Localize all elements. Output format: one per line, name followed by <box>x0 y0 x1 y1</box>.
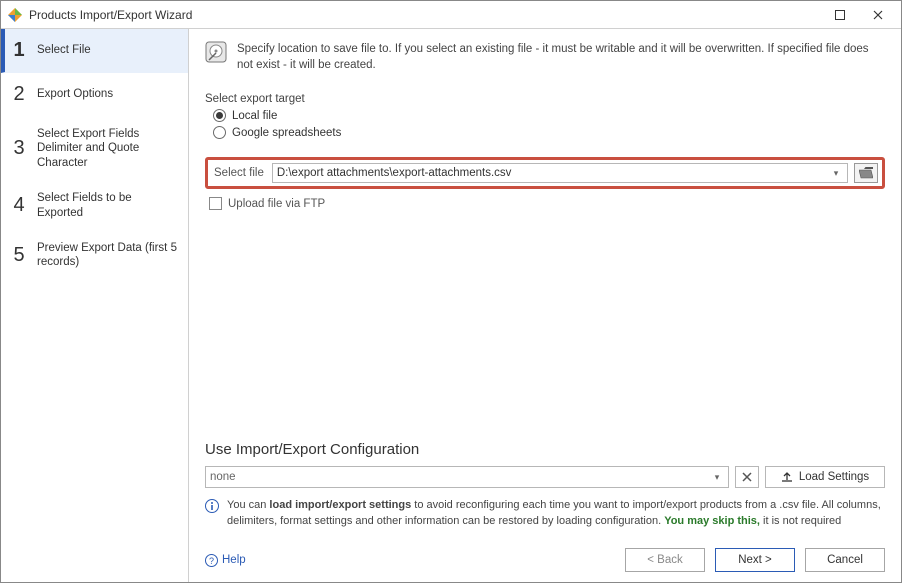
help-label: Help <box>222 554 246 566</box>
info-icon <box>205 499 219 513</box>
step-label: Export Options <box>37 87 113 101</box>
config-selected: none <box>210 471 710 483</box>
help-link[interactable]: ? Help <box>205 554 246 567</box>
window-title: Products Import/Export Wizard <box>29 8 821 22</box>
file-select-label: Select file <box>212 167 266 179</box>
next-button[interactable]: Next > <box>715 548 795 572</box>
step-label: Select File <box>37 43 91 57</box>
step-select-fields[interactable]: 4 Select Fields to be Exported <box>1 181 188 231</box>
radio-icon <box>213 109 226 122</box>
body: 1 Select File 2 Export Options 3 Select … <box>1 29 901 582</box>
footer: ? Help < Back Next > Cancel <box>205 548 885 572</box>
radio-label: Google spreadsheets <box>232 127 341 139</box>
config-info: You can load import/export settings to a… <box>205 498 885 530</box>
checkbox-icon <box>209 197 222 210</box>
step-number: 2 <box>11 83 27 106</box>
main-panel: Specify location to save file to. If you… <box>189 29 901 582</box>
step-select-file[interactable]: 1 Select File <box>1 29 188 73</box>
radio-google-spreadsheets[interactable]: Google spreadsheets <box>213 126 885 139</box>
back-button[interactable]: < Back <box>625 548 705 572</box>
step-number: 5 <box>11 244 27 267</box>
clear-config-button[interactable] <box>735 466 759 488</box>
radio-local-file[interactable]: Local file <box>213 109 885 122</box>
step-delimiter[interactable]: 3 Select Export Fields Delimiter and Quo… <box>1 117 188 181</box>
wizard-window: Products Import/Export Wizard 1 Select F… <box>0 0 902 583</box>
export-target-label: Select export target <box>205 93 885 105</box>
step-export-options[interactable]: 2 Export Options <box>1 73 188 117</box>
intro: Specify location to save file to. If you… <box>205 41 885 73</box>
step-number: 1 <box>11 39 27 62</box>
app-icon <box>7 7 23 23</box>
maximize-button[interactable] <box>821 3 859 27</box>
help-icon: ? <box>205 554 218 567</box>
intro-text: Specify location to save file to. If you… <box>237 41 885 73</box>
disk-icon <box>205 41 227 63</box>
radio-label: Local file <box>232 110 277 122</box>
config-title: Use Import/Export Configuration <box>205 441 885 458</box>
browse-button[interactable] <box>854 163 878 183</box>
dropdown-caret-icon[interactable]: ▾ <box>829 168 843 179</box>
file-select-row: Select file D:\export attachments\export… <box>205 157 885 189</box>
step-label: Preview Export Data (first 5 records) <box>37 241 180 270</box>
radio-icon <box>213 126 226 139</box>
dropdown-caret-icon[interactable]: ▾ <box>710 472 724 483</box>
load-settings-label: Load Settings <box>799 471 869 483</box>
cancel-button[interactable]: Cancel <box>805 548 885 572</box>
step-label: Select Fields to be Exported <box>37 191 180 220</box>
step-number: 4 <box>11 194 27 217</box>
config-info-text: You can load import/export settings to a… <box>227 498 885 530</box>
upload-icon <box>781 471 793 483</box>
close-button[interactable] <box>859 3 897 27</box>
step-preview[interactable]: 5 Preview Export Data (first 5 records) <box>1 231 188 281</box>
file-path-value: D:\export attachments\export-attachments… <box>277 167 829 179</box>
step-number: 3 <box>11 137 27 160</box>
file-path-input[interactable]: D:\export attachments\export-attachments… <box>272 163 848 183</box>
step-label: Select Export Fields Delimiter and Quote… <box>37 127 180 170</box>
svg-text:?: ? <box>209 556 214 566</box>
config-combo[interactable]: none ▾ <box>205 466 729 488</box>
checkbox-label: Upload file via FTP <box>228 198 325 210</box>
sidebar: 1 Select File 2 Export Options 3 Select … <box>1 29 189 582</box>
spacer <box>205 210 885 433</box>
config-row: none ▾ Load Settings <box>205 466 885 488</box>
upload-ftp-checkbox[interactable]: Upload file via FTP <box>209 197 885 210</box>
titlebar: Products Import/Export Wizard <box>1 1 901 29</box>
load-settings-button[interactable]: Load Settings <box>765 466 885 488</box>
